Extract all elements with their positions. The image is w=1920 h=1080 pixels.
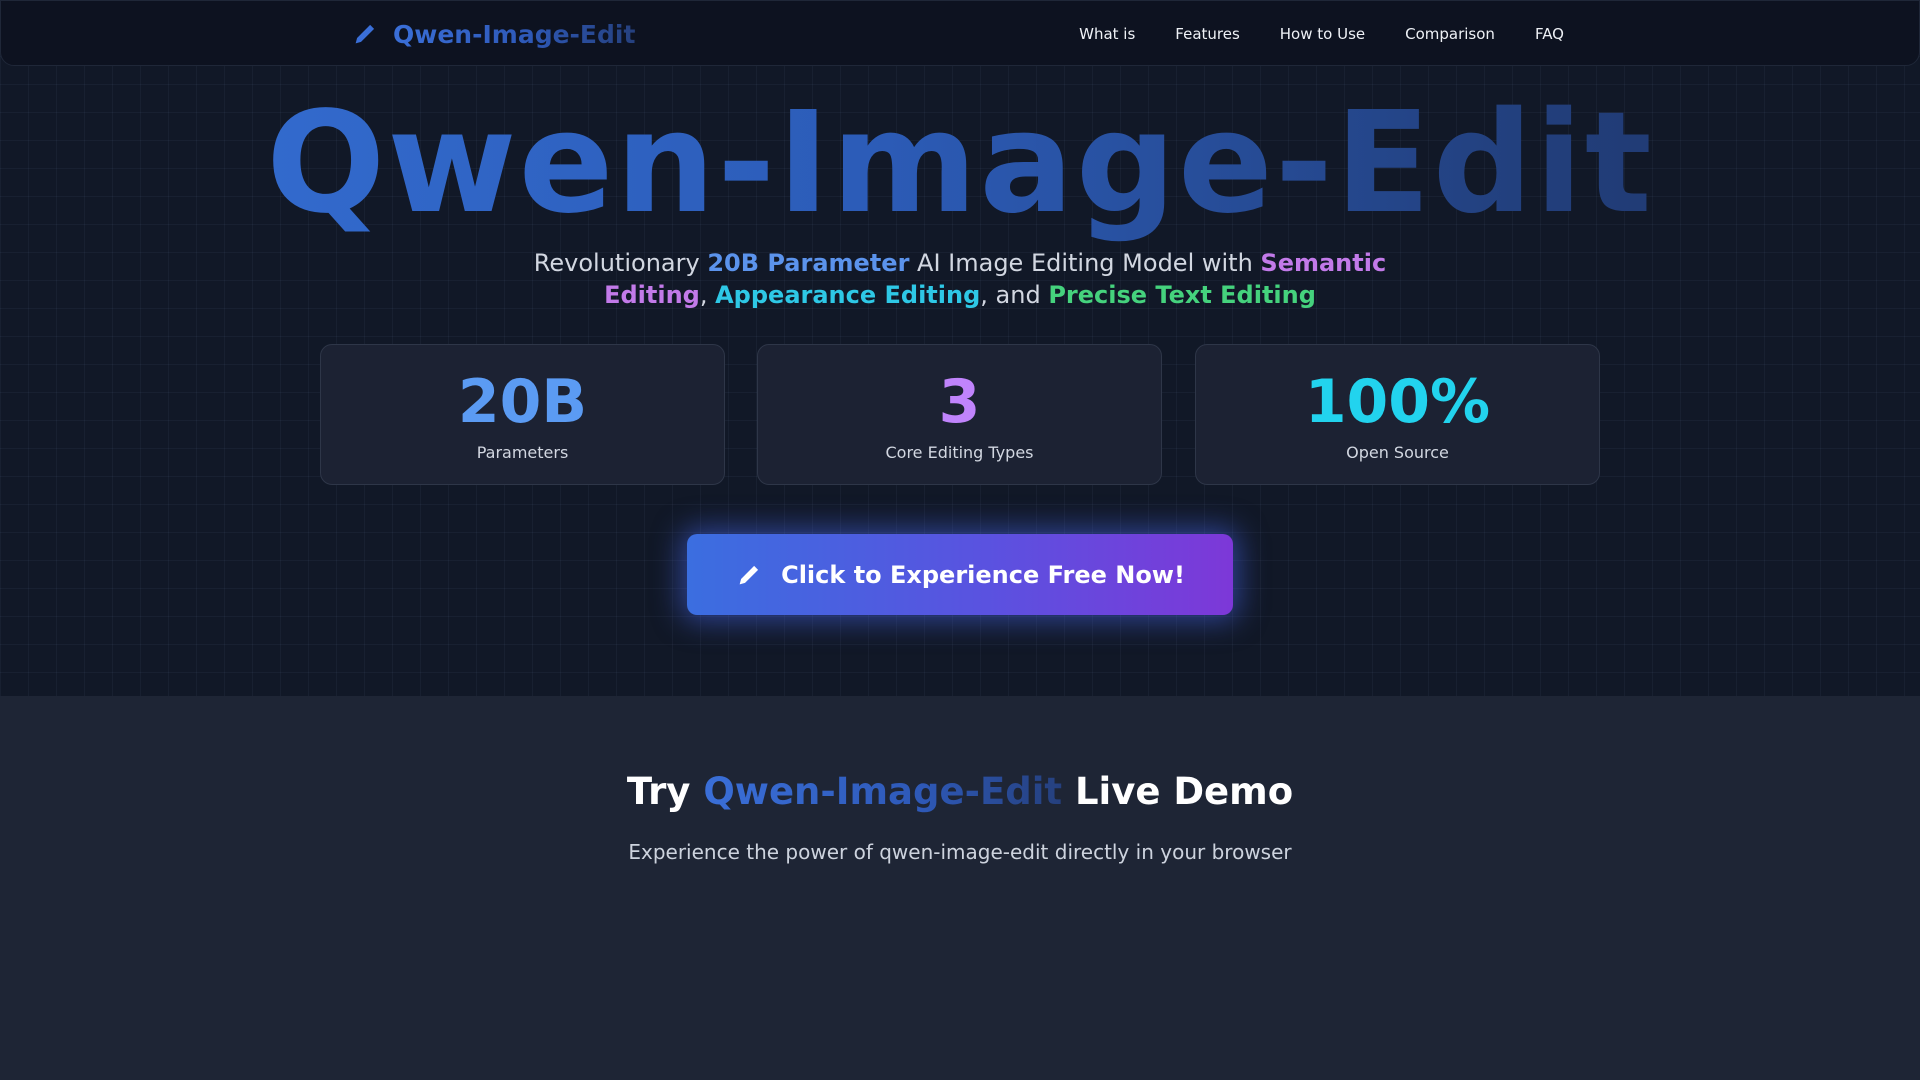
brand-name: Qwen-Image-Edit [393,19,636,49]
top-navbar: Qwen-Image-Edit What is Features How to … [0,0,1920,66]
pencil-icon [739,565,759,584]
subtitle-text: Revolutionary [533,249,708,277]
experience-free-button[interactable]: Click to Experience Free Now! [687,534,1233,615]
cta-label: Click to Experience Free Now! [781,560,1185,589]
nav-link-features[interactable]: Features [1175,25,1240,43]
subtitle-text: , [699,281,716,309]
demo-title-prefix: Try [626,770,704,813]
stat-card-editing-types: 3 Core Editing Types [757,344,1162,485]
subtitle-highlight-appearance: Appearance Editing [715,281,981,309]
stat-label: Core Editing Types [885,443,1034,462]
pencil-icon [355,24,375,44]
subtitle-highlight-parameters: 20B Parameter [707,249,910,277]
nav-link-faq[interactable]: FAQ [1535,25,1564,43]
demo-title-highlight: Qwen-Image-Edit [703,770,1063,813]
subtitle-highlight-text-editing: Precise Text Editing [1048,281,1316,309]
nav-link-what-is[interactable]: What is [1079,25,1135,43]
stat-card-open-source: 100% Open Source [1195,344,1600,485]
demo-title-suffix: Live Demo [1062,770,1294,813]
stat-card-parameters: 20B Parameters [320,344,725,485]
hero-section: Qwen-Image-Edit Revolutionary 20B Parame… [0,0,1920,696]
stat-value: 100% [1304,367,1491,437]
stat-label: Parameters [476,443,569,462]
hero-subtitle: Revolutionary 20B Parameter AI Image Edi… [510,247,1410,311]
nav-link-comparison[interactable]: Comparison [1405,25,1495,43]
nav-link-how-to-use[interactable]: How to Use [1280,25,1365,43]
subtitle-text: , and [980,281,1049,309]
hero-title: Qwen-Image-Edit [0,84,1920,244]
stat-label: Open Source [1346,443,1449,462]
stat-value: 20B [457,367,588,437]
stat-value: 3 [938,367,981,437]
demo-subtitle: Experience the power of qwen-image-edit … [628,840,1292,864]
brand-logo-link[interactable]: Qwen-Image-Edit [351,17,635,51]
demo-title: Try Qwen-Image-Edit Live Demo [0,770,1920,813]
subtitle-text: AI Image Editing Model with [909,249,1261,277]
nav-links: What is Features How to Use Comparison F… [1079,1,1564,67]
